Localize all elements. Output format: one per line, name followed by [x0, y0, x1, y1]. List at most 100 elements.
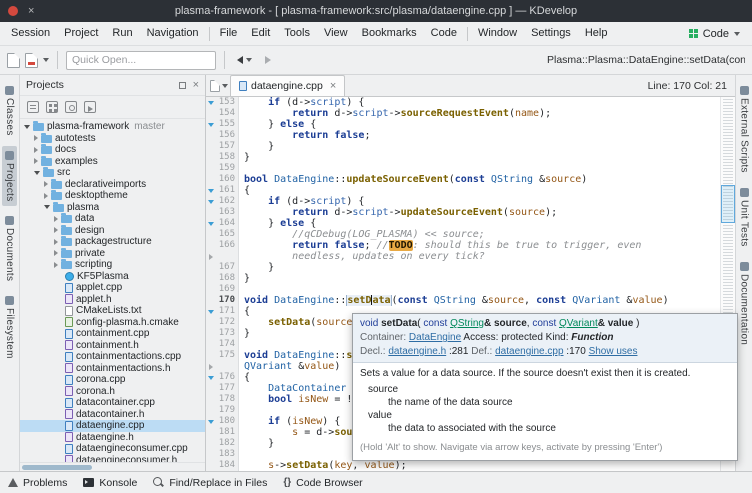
tooltip-link[interactable]: QVariant — [559, 318, 598, 329]
close-button[interactable] — [8, 6, 18, 16]
expander-icon[interactable] — [34, 135, 38, 141]
expander-icon[interactable] — [34, 171, 40, 175]
tree-item[interactable]: declarativeimports — [20, 179, 205, 191]
area-switcher-button[interactable]: Code — [681, 28, 748, 40]
menu-item-tools[interactable]: Tools — [277, 22, 317, 45]
expander-icon[interactable] — [54, 216, 58, 222]
tree-item[interactable]: dataengine.cpp — [20, 420, 205, 432]
close-panel-icon[interactable]: × — [193, 80, 199, 91]
tree-item[interactable]: applet.h — [20, 294, 205, 306]
tree-item[interactable]: applet.cpp — [20, 282, 205, 294]
tree-item[interactable]: docs — [20, 144, 205, 156]
menu-item-edit[interactable]: Edit — [244, 22, 277, 45]
open-document-icon[interactable] — [25, 53, 38, 68]
dock-tab-unit-tests[interactable]: Unit Tests — [737, 183, 752, 252]
expander-icon[interactable] — [34, 147, 38, 153]
fold-marker-icon[interactable] — [206, 218, 215, 229]
tooltip-link[interactable]: DataEngine — [409, 332, 461, 343]
menu-item-project[interactable]: Project — [57, 22, 105, 45]
dock-tab-documents[interactable]: Documents — [2, 211, 17, 286]
close-tab-icon[interactable]: × — [330, 80, 336, 92]
menu-item-view[interactable]: View — [317, 22, 355, 45]
tree-item[interactable]: design — [20, 225, 205, 237]
tree-item[interactable]: datacontainer.cpp — [20, 397, 205, 409]
tree-item[interactable]: private — [20, 248, 205, 260]
tree-item[interactable]: CMakeLists.txt — [20, 305, 205, 317]
show-targets-icon[interactable] — [46, 101, 58, 113]
navigate-forward-button[interactable] — [261, 54, 275, 66]
tree-item[interactable]: corona.cpp — [20, 374, 205, 386]
tree-item[interactable]: containment.cpp — [20, 328, 205, 340]
menu-item-code[interactable]: Code — [424, 22, 464, 45]
tooltip-link[interactable]: Show uses — [589, 346, 638, 357]
fold-marker-icon[interactable] — [206, 306, 215, 317]
tooltip-link[interactable]: dataengine.h — [388, 346, 446, 357]
horizontal-scrollbar[interactable] — [20, 462, 205, 471]
expander-icon[interactable] — [34, 158, 38, 164]
quick-open-input[interactable] — [66, 51, 216, 70]
fold-marker-icon[interactable] — [206, 119, 215, 130]
tree-item[interactable]: plasma — [20, 202, 205, 214]
fold-marker-icon[interactable] — [206, 416, 215, 427]
fold-marker-icon[interactable] — [206, 372, 215, 383]
statusbar-item-code-browser[interactable]: {}Code Browser — [283, 477, 362, 489]
menu-item-bookmarks[interactable]: Bookmarks — [355, 22, 424, 45]
dock-tab-filesystem[interactable]: Filesystem — [2, 291, 17, 364]
dock-tab-external-scripts[interactable]: External Scripts — [737, 81, 752, 178]
menu-item-file[interactable]: File — [213, 22, 245, 45]
dock-tab-projects[interactable]: Projects — [2, 146, 17, 207]
tree-item[interactable]: autotests — [20, 133, 205, 145]
projects-panel-header[interactable]: Projects × — [20, 75, 205, 96]
tree-item[interactable]: config-plasma.h.cmake — [20, 317, 205, 329]
expander-icon[interactable] — [44, 193, 48, 199]
tree-item[interactable]: scripting — [20, 259, 205, 271]
document-list-button[interactable] — [208, 76, 230, 96]
window-close-icon[interactable]: × — [28, 6, 34, 17]
menu-item-settings[interactable]: Settings — [524, 22, 578, 45]
tree-item[interactable]: datacontainer.h — [20, 409, 205, 421]
dock-tab-classes[interactable]: Classes — [2, 81, 17, 141]
tree-item[interactable]: dataengine.h — [20, 432, 205, 444]
locate-document-icon[interactable] — [27, 101, 39, 113]
tree-item[interactable]: dataengineconsumer.h — [20, 455, 205, 463]
float-panel-icon[interactable] — [179, 82, 186, 89]
tree-item[interactable]: packagestructure — [20, 236, 205, 248]
minimap-viewport[interactable] — [721, 185, 735, 223]
context-breadcrumb[interactable]: Plasma::Plasma::DataEngine::setData(cons… — [547, 54, 745, 66]
expander-icon[interactable] — [54, 239, 58, 245]
navigate-back-button[interactable] — [233, 54, 256, 66]
menu-item-window[interactable]: Window — [471, 22, 524, 45]
dock-tab-documentation[interactable]: Documentation — [737, 257, 752, 350]
tree-item[interactable]: corona.h — [20, 386, 205, 398]
open-dropdown-icon[interactable] — [43, 58, 49, 62]
tree-item[interactable]: containment.h — [20, 340, 205, 352]
fold-marker-icon[interactable] — [206, 185, 215, 196]
tree-item[interactable]: containmentactions.cpp — [20, 351, 205, 363]
statusbar-item-problems[interactable]: Problems — [8, 477, 67, 489]
expander-icon[interactable] — [54, 250, 58, 256]
expander-icon[interactable] — [24, 125, 30, 129]
expander-icon[interactable] — [44, 205, 50, 209]
tooltip-link[interactable]: dataengine.cpp — [495, 346, 563, 357]
new-document-icon[interactable] — [7, 53, 20, 68]
tab-dataengine-cpp[interactable]: dataengine.cpp × — [230, 75, 345, 96]
expander-icon[interactable] — [54, 262, 58, 268]
reload-icon[interactable] — [84, 101, 96, 113]
tree-item[interactable]: KF5Plasma — [20, 271, 205, 283]
tree-item[interactable]: containmentactions.h — [20, 363, 205, 375]
menu-item-session[interactable]: Session — [4, 22, 57, 45]
tree-item[interactable]: examples — [20, 156, 205, 168]
menu-item-help[interactable]: Help — [578, 22, 615, 45]
tree-item[interactable]: plasma-frameworkmaster — [20, 121, 205, 133]
expander-icon[interactable] — [54, 227, 58, 233]
tooltip-link[interactable]: QString — [450, 318, 484, 329]
tree-item[interactable]: src — [20, 167, 205, 179]
configure-icon[interactable] — [65, 101, 77, 113]
menu-item-run[interactable]: Run — [105, 22, 139, 45]
tree-item[interactable]: desktoptheme — [20, 190, 205, 202]
fold-marker-icon[interactable] — [206, 97, 215, 108]
expander-icon[interactable] — [44, 181, 48, 187]
menu-item-navigation[interactable]: Navigation — [140, 22, 206, 45]
tree-item[interactable]: dataengineconsumer.cpp — [20, 443, 205, 455]
fold-marker-icon[interactable] — [206, 196, 215, 207]
